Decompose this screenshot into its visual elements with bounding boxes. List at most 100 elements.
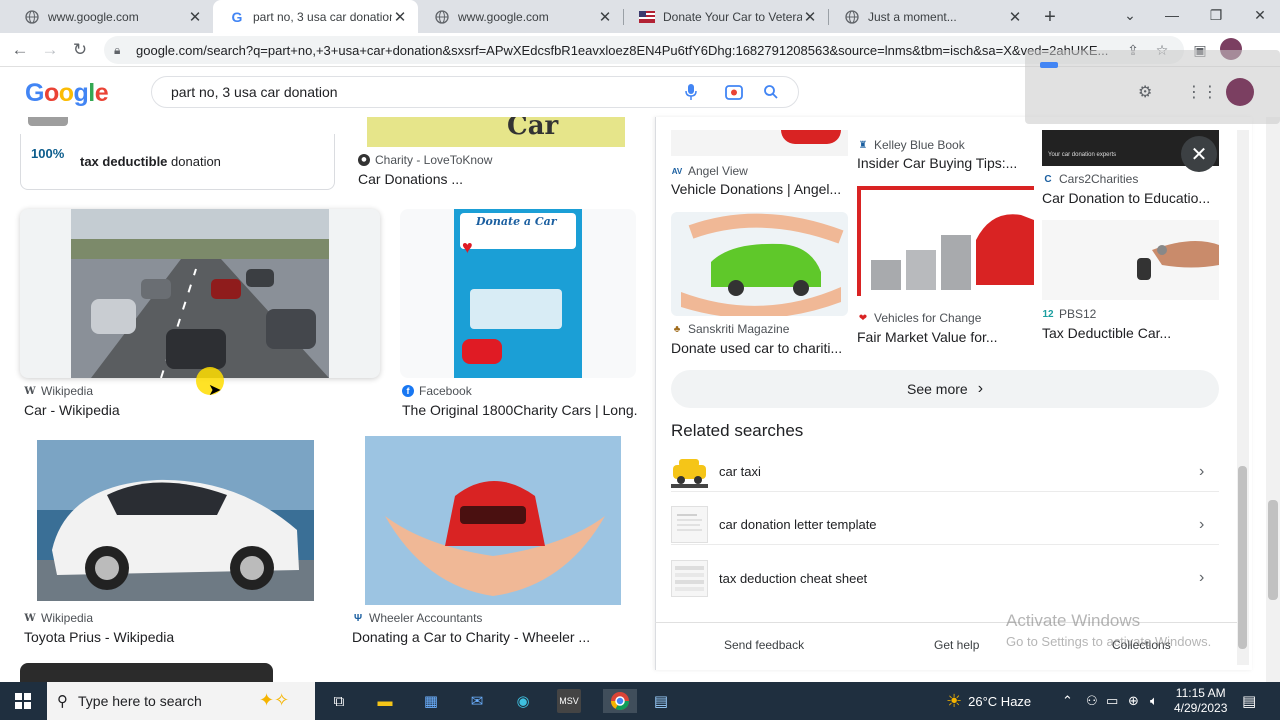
notifications-icon[interactable]: ▤ xyxy=(1242,682,1256,720)
network-globe-icon[interactable]: ⊕ xyxy=(1128,682,1139,720)
volume-icon[interactable]: 🔈︎ xyxy=(1150,682,1158,720)
close-tab-icon[interactable]: ✕ xyxy=(392,9,408,26)
result-source[interactable]: ⚫︎ Charity - LoveToKnow xyxy=(358,153,492,167)
maximize-icon[interactable]: ❐ xyxy=(1194,0,1238,30)
panel-thumb-coins-car[interactable] xyxy=(857,186,1034,296)
result-source[interactable]: 12 PBS12 xyxy=(1042,307,1096,321)
result-source[interactable]: f Facebook xyxy=(402,384,472,398)
windows-start-icon[interactable] xyxy=(11,689,35,713)
battery-icon[interactable]: ▭ xyxy=(1106,682,1118,720)
car-sign-image[interactable]: Car xyxy=(367,117,625,147)
close-window-icon[interactable]: ✕ xyxy=(1238,0,1280,30)
charity-cars-poster-image[interactable]: Donate a Car ♥ xyxy=(400,209,636,378)
camera-lens-icon[interactable] xyxy=(725,83,743,101)
result-source[interactable]: AV Angel View xyxy=(671,164,748,178)
watermark-accent xyxy=(1040,62,1058,68)
get-help-link[interactable]: Get help xyxy=(934,638,979,652)
notepad-app-icon[interactable]: ▤ xyxy=(649,689,673,713)
panel-thumb-red-car[interactable] xyxy=(671,130,848,156)
toyota-prius-image[interactable] xyxy=(37,440,314,601)
related-chip-tax-deductible[interactable]: 100% tax deductible donation xyxy=(20,134,335,190)
taskbar-search-box[interactable]: ⚲ Type here to search ✦✧ xyxy=(47,682,315,720)
cheat-sheet-thumb xyxy=(671,559,708,597)
see-more-button[interactable]: See more › xyxy=(671,370,1219,408)
tab-search-chevron-icon[interactable]: ⌄ xyxy=(1108,0,1152,30)
clock-time: 11:15 AM xyxy=(1175,686,1226,700)
chevron-right-icon: › xyxy=(977,380,984,397)
result-title[interactable]: Car Donations ... xyxy=(358,171,628,187)
microsoft-store-icon[interactable]: ▦ xyxy=(419,689,443,713)
tab-5[interactable]: Just a moment... ✕ xyxy=(828,0,1033,33)
msv-app-icon[interactable]: MSV xyxy=(557,689,581,713)
address-bar[interactable]: 🔒︎ google.com/search?q=part+no,+3+usa+ca… xyxy=(104,36,1184,64)
url-text: google.com/search?q=part+no,+3+usa+car+d… xyxy=(136,42,1109,58)
related-search-item[interactable]: car taxi › xyxy=(671,452,1219,492)
hands-red-car-image[interactable] xyxy=(365,436,621,605)
close-tab-icon[interactable]: ✕ xyxy=(1007,9,1023,26)
reload-icon[interactable]: ↻ xyxy=(68,38,92,62)
tab-2-active[interactable]: G part no, 3 usa car donation - ✕ xyxy=(213,0,418,33)
minimize-icon[interactable]: — xyxy=(1150,0,1194,30)
result-title[interactable]: Toyota Prius - Wikipedia xyxy=(24,629,324,645)
new-tab-plus-icon[interactable]: + xyxy=(1038,5,1062,29)
google-logo[interactable]: Google xyxy=(25,79,109,108)
result-title[interactable]: Fair Market Value for... xyxy=(857,329,1034,345)
search-input[interactable]: part no, 3 usa car donation xyxy=(151,76,799,108)
google-account-avatar[interactable] xyxy=(1226,78,1254,106)
result-title[interactable]: The Original 1800Charity Cars | Long... xyxy=(402,402,638,418)
meet-now-icon[interactable]: ⚇ xyxy=(1086,682,1098,720)
result-title[interactable]: Donating a Car to Charity - Wheeler ... xyxy=(352,629,642,645)
tab-1[interactable]: www.google.com ✕ xyxy=(8,0,214,33)
result-title[interactable]: Vehicle Donations | Angel... xyxy=(671,181,848,197)
result-source[interactable]: ♜ Kelley Blue Book xyxy=(857,138,965,152)
result-source[interactable]: ♣ Sanskriti Magazine xyxy=(671,322,790,336)
traffic-highway-image[interactable] xyxy=(20,209,380,378)
send-feedback-link[interactable]: Send feedback xyxy=(724,638,804,652)
panel-thumb-key-hand[interactable] xyxy=(1042,220,1219,300)
close-tab-icon[interactable]: ✕ xyxy=(802,9,818,26)
back-arrow-icon[interactable]: ← xyxy=(8,38,32,62)
search-icon[interactable] xyxy=(762,83,780,101)
close-tab-icon[interactable]: ✕ xyxy=(187,9,203,26)
close-panel-icon[interactable]: ✕ xyxy=(1181,136,1217,172)
result-source[interactable]: Ψ Wheeler Accountants xyxy=(352,611,482,625)
clock[interactable]: 11:15 AM 4/29/2023 xyxy=(1174,682,1227,720)
result-source[interactable]: C Cars2Charities xyxy=(1042,172,1138,186)
page-scrollbar-thumb[interactable] xyxy=(1268,500,1278,600)
partial-bottom-image[interactable] xyxy=(20,663,273,682)
result-title[interactable]: Donate used car to chariti... xyxy=(671,340,848,356)
result-source[interactable]: ❤ Vehicles for Change xyxy=(857,311,982,325)
file-explorer-icon[interactable]: ▬ xyxy=(373,689,397,713)
tab-title: part no, 3 usa car donation - xyxy=(253,9,392,24)
partial-thumb[interactable] xyxy=(28,117,68,126)
result-title[interactable]: Car Donation to Educatio... xyxy=(1042,190,1219,206)
source-text: Wikipedia xyxy=(41,611,94,625)
close-tab-icon[interactable]: ✕ xyxy=(597,9,613,26)
tab-3[interactable]: www.google.com ✕ xyxy=(418,0,624,33)
microphone-icon[interactable] xyxy=(682,83,700,101)
clock-date: 4/29/2023 xyxy=(1174,701,1228,715)
tab-4[interactable]: Donate Your Car to Veterans ✕ xyxy=(623,0,829,33)
weather-widget[interactable]: ☀ 26°C Haze xyxy=(946,682,1031,720)
mail-icon[interactable]: ✉ xyxy=(465,689,489,713)
forward-arrow-icon[interactable]: → xyxy=(38,38,62,62)
chrome-taskbar-icon[interactable] xyxy=(603,689,637,713)
pbs12-icon: 12 xyxy=(1042,308,1054,320)
result-title[interactable]: Car - Wikipedia xyxy=(24,402,354,418)
tray-chevron-up-icon[interactable]: ⌃ xyxy=(1062,682,1073,720)
result-title[interactable]: Insider Car Buying Tips:... xyxy=(857,155,1034,171)
related-search-item[interactable]: tax deduction cheat sheet › xyxy=(671,558,1219,598)
result-source[interactable]: W Wikipedia xyxy=(24,384,93,398)
panel-thumb-green-car-hand[interactable] xyxy=(671,212,848,316)
result-source[interactable]: W Wikipedia xyxy=(24,611,93,625)
related-label: car taxi xyxy=(719,464,761,479)
settings-gear-icon[interactable]: ⚙ xyxy=(1138,82,1152,102)
task-view-icon[interactable]: ⧉ xyxy=(327,689,351,713)
result-title[interactable]: Tax Deductible Car... xyxy=(1042,325,1219,341)
activate-windows-subtitle: Go to Settings to activate Windows. xyxy=(1006,634,1212,649)
edge-browser-icon[interactable]: ◉ xyxy=(511,689,535,713)
related-search-item[interactable]: car donation letter template › xyxy=(671,505,1219,545)
panel-scrollbar-thumb[interactable] xyxy=(1238,466,1247,649)
facebook-icon: f xyxy=(402,385,414,397)
apps-grid-icon[interactable]: ⋮⋮ xyxy=(1186,82,1218,102)
